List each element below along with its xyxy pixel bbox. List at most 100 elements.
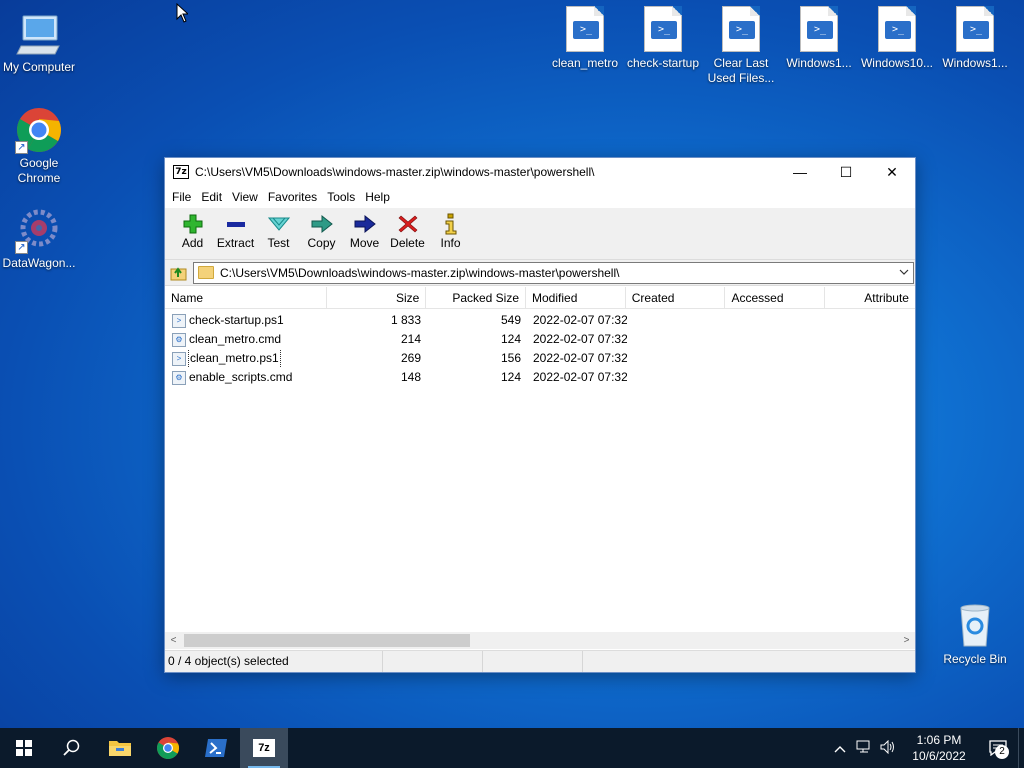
taskbar-7zip[interactable]: 7z <box>240 728 288 768</box>
column-modified[interactable]: Modified <box>526 287 626 309</box>
powershell-script-icon: >_ <box>951 6 999 54</box>
file-size: 1 833 <box>390 313 421 327</box>
file-size: 148 <box>400 370 421 384</box>
status-bar: 0 / 4 object(s) selected <box>165 650 915 672</box>
desktop-icon-recycle-bin[interactable]: Recycle Bin <box>936 602 1014 667</box>
cmd-file-icon: ⚙ <box>172 332 186 347</box>
folder-up-button[interactable] <box>165 261 193 285</box>
desktop-icon-google-chrome[interactable]: ↗ Google Chrome <box>0 106 78 186</box>
window-title: C:\Users\VM5\Downloads\windows-master.zi… <box>195 165 595 179</box>
delete-button[interactable]: Delete <box>386 208 429 250</box>
7zip-file-manager-window: 7z C:\Users\VM5\Downloads\windows-master… <box>164 157 916 673</box>
taskbar-file-explorer[interactable] <box>96 728 144 768</box>
action-center-button[interactable]: 2 <box>978 728 1018 768</box>
menu-view[interactable]: View <box>227 190 263 204</box>
volume-icon[interactable] <box>876 739 900 757</box>
chevron-up-icon[interactable] <box>828 740 852 756</box>
copy-button[interactable]: Copy <box>300 208 343 250</box>
desktop-icon-label: clean_metro <box>551 56 619 70</box>
test-button[interactable]: Test <box>257 208 300 250</box>
address-field[interactable]: C:\Users\VM5\Downloads\windows-master.zi… <box>193 261 914 284</box>
column-accessed[interactable]: Accessed <box>725 287 826 309</box>
folder-icon <box>198 266 214 279</box>
table-row[interactable]: ⚙ clean_metro.cmd 214 124 2022-02-07 07:3… <box>165 330 915 349</box>
add-button[interactable]: Add <box>171 208 214 250</box>
clock[interactable]: 1:06 PM 10/6/2022 <box>900 732 978 764</box>
add-icon <box>171 212 214 236</box>
file-packed-size: 124 <box>500 332 521 346</box>
column-name[interactable]: Name <box>165 287 327 309</box>
file-name: enable_scripts.cmd <box>189 370 293 384</box>
my-computer-icon <box>15 10 63 58</box>
delete-label: Delete <box>390 236 425 250</box>
recycle-bin-icon <box>951 602 999 650</box>
add-label: Add <box>181 236 204 250</box>
desktop-icon-datawagon[interactable]: ↗ DataWagon... <box>0 206 78 271</box>
7zip-app-icon[interactable]: 7z <box>173 165 189 179</box>
script-file-icon: > <box>172 313 186 328</box>
search-button[interactable] <box>48 728 96 768</box>
file-list[interactable]: Name Size Packed Size Modified Created A… <box>165 287 915 634</box>
scroll-thumb[interactable] <box>184 634 470 647</box>
maximize-icon: ☐ <box>839 163 853 180</box>
scroll-right-icon[interactable]: > <box>898 632 915 649</box>
column-created[interactable]: Created <box>626 287 726 309</box>
column-packed-size[interactable]: Packed Size <box>426 287 527 309</box>
network-icon[interactable] <box>852 740 876 757</box>
column-headers: Name Size Packed Size Modified Created A… <box>165 287 915 309</box>
cmd-file-icon: ⚙ <box>172 370 186 385</box>
shortcut-arrow-icon: ↗ <box>15 141 28 154</box>
search-icon <box>63 739 80 756</box>
extract-label: Extract <box>216 236 255 250</box>
desktop-icon-my-computer[interactable]: My Computer <box>0 10 78 75</box>
desktop-icon-clear-last-used[interactable]: >_ Clear Last Used Files... <box>702 6 780 86</box>
file-packed-size: 549 <box>500 313 521 327</box>
scroll-track[interactable] <box>182 634 898 647</box>
taskbar-chrome[interactable] <box>144 728 192 768</box>
start-button[interactable] <box>0 728 48 768</box>
maximize-button[interactable]: ☐ <box>823 158 869 186</box>
column-size[interactable]: Size <box>327 287 427 309</box>
close-button[interactable]: ✕ <box>869 158 915 186</box>
desktop-icon-windows1-a[interactable]: >_ Windows1... <box>780 6 858 71</box>
menu-tools[interactable]: Tools <box>322 190 360 204</box>
minimize-button[interactable]: — <box>777 158 823 186</box>
show-desktop-button[interactable] <box>1018 728 1024 768</box>
move-button[interactable]: Move <box>343 208 386 250</box>
file-name: check-startup.ps1 <box>189 313 284 327</box>
info-icon <box>429 212 472 236</box>
desktop-icon-label: Windows1... <box>942 56 1008 70</box>
status-cell-packed <box>483 651 583 672</box>
extract-button[interactable]: Extract <box>214 208 257 250</box>
column-attributes[interactable]: Attribute <box>825 287 915 309</box>
shortcut-arrow-icon: ↗ <box>15 241 28 254</box>
table-row[interactable]: > clean_metro.ps1 269 156 2022-02-07 07:3… <box>165 349 915 368</box>
desktop-icon-windows10[interactable]: >_ Windows10... <box>858 6 936 71</box>
desktop-icon-label: My Computer <box>2 60 76 74</box>
powershell-script-icon: >_ <box>873 6 921 54</box>
desktop-icon-check-startup[interactable]: >_ check-startup <box>624 6 702 71</box>
desktop-icon-clean-metro[interactable]: >_ clean_metro <box>546 6 624 71</box>
move-icon <box>343 212 386 236</box>
table-row[interactable]: > check-startup.ps1 1 833 549 2022-02-07 … <box>165 311 915 330</box>
file-name: clean_metro.ps1 <box>188 349 281 368</box>
chevron-down-icon[interactable] <box>895 267 913 278</box>
desktop-icon-label: DataWagon... <box>2 256 76 270</box>
file-size: 214 <box>400 332 421 346</box>
table-row[interactable]: ⚙ enable_scripts.cmd 148 124 2022-02-07 0… <box>165 368 915 387</box>
menu-file[interactable]: File <box>167 190 196 204</box>
info-label: Info <box>440 236 461 250</box>
file-modified: 2022-02-07 07:32 <box>533 370 627 384</box>
menu-help[interactable]: Help <box>360 190 395 204</box>
taskbar-powershell[interactable] <box>192 728 240 768</box>
desktop-icon-windows1-b[interactable]: >_ Windows1... <box>936 6 1014 71</box>
desktop-icon-label: Google Chrome <box>17 156 61 185</box>
title-bar[interactable]: 7z C:\Users\VM5\Downloads\windows-master… <box>165 158 915 186</box>
scroll-left-icon[interactable]: < <box>165 632 182 649</box>
menu-edit[interactable]: Edit <box>196 190 227 204</box>
file-modified: 2022-02-07 07:32 <box>533 351 627 365</box>
address-bar: C:\Users\VM5\Downloads\windows-master.zi… <box>165 260 915 286</box>
horizontal-scrollbar[interactable]: < > <box>165 632 915 649</box>
menu-favorites[interactable]: Favorites <box>263 190 322 204</box>
info-button[interactable]: Info <box>429 208 472 250</box>
